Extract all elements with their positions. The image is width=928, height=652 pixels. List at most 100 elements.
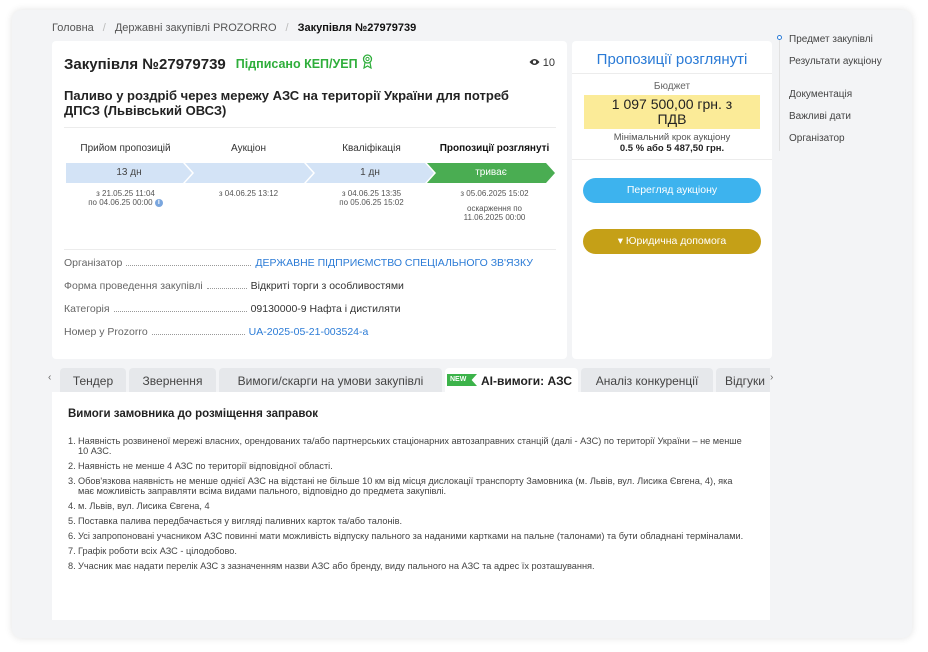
- stage-date-start: з 21.05.25 11:04: [96, 189, 155, 198]
- stage-qualification: Кваліфікація: [310, 142, 433, 156]
- tab-reviews[interactable]: Відгуки: [716, 368, 770, 392]
- breadcrumb-home[interactable]: Головна: [52, 22, 94, 34]
- stage-arrow-active: триває: [427, 163, 555, 183]
- tabs-prev-icon[interactable]: ‹: [48, 372, 51, 383]
- breadcrumb-section[interactable]: Державні закупівлі PROZORRO: [115, 22, 277, 34]
- stage-label: Прийом пропозицій: [80, 143, 171, 154]
- stage-dates: з 21.05.25 11:04 по 04.06.25 00:00 i: [64, 189, 187, 207]
- item-text: м. Львів, вул. Лисика Євгена, 4: [78, 501, 210, 511]
- budget-label: Бюджет: [653, 81, 691, 92]
- item-text: Усі запропоновані учасником АЗС повинні …: [78, 531, 744, 541]
- item-number: 8.: [68, 561, 76, 571]
- item-text: Наявність розвиненої мережі власних, оре…: [78, 436, 742, 456]
- stage-arrow: 13 дн: [66, 163, 192, 183]
- status-title: Пропозиції розглянуті: [596, 51, 748, 68]
- item-number: 1.: [68, 436, 76, 446]
- divider: [64, 127, 556, 128]
- nav-item-subject[interactable]: Предмет закупівлі: [789, 34, 899, 46]
- nav-item-organizer[interactable]: Організатор: [789, 133, 899, 145]
- list-item: 2. Наявність не менше 4 АЗС по території …: [68, 461, 748, 471]
- nav-item-dates[interactable]: Важливі дати: [789, 111, 899, 123]
- stage-label: Аукціон: [231, 143, 266, 154]
- prop-value: 09130000-9 Нафта і дистиляти: [250, 303, 401, 315]
- views-counter: 10: [529, 57, 555, 69]
- stage-date-end: по 04.06.25 00:00: [88, 198, 153, 207]
- tab-appeals[interactable]: Звернення: [129, 368, 216, 392]
- item-number: 5.: [68, 516, 76, 526]
- nav-item-auction-results[interactable]: Результати аукціону: [789, 56, 899, 68]
- tab-tender[interactable]: Тендер: [60, 368, 126, 392]
- divider: [572, 159, 772, 160]
- tab-bar: Тендер Звернення Вимоги/скарги на умови …: [52, 368, 770, 392]
- budget-vat: ПДВ: [657, 111, 687, 127]
- signed-status: Підписано КЕП/УЕП: [235, 57, 358, 71]
- appeal-label: оскарження по: [467, 204, 522, 213]
- stage-dates: з 05.06.2025 15:02 оскарження по 11.06.2…: [433, 189, 556, 222]
- breadcrumb-separator: /: [285, 22, 289, 34]
- prop-leader: [113, 311, 247, 312]
- stage-date-end-row: по 04.06.25 00:00 i: [64, 198, 187, 207]
- prop-value: Відкриті торги з особливостями: [250, 280, 404, 292]
- breadcrumb-current: Закупівля №27979739: [297, 22, 417, 34]
- item-number: 7.: [68, 546, 76, 556]
- stage-arrow: [185, 163, 313, 183]
- stage-date-start: з 05.06.2025 15:02: [460, 189, 529, 198]
- prop-leader: [206, 288, 247, 289]
- min-step-label: Мінімальний крок аукціону: [613, 132, 731, 143]
- view-auction-button[interactable]: Перегляд аукціону: [583, 178, 761, 203]
- list-item: 4. м. Львів, вул. Лисика Євгена, 4: [68, 501, 748, 511]
- tender-subject: Паливо у роздріб через мережу АЗС на тер…: [64, 88, 509, 118]
- prozorro-link[interactable]: UA-2025-05-21-003524-a: [249, 326, 369, 338]
- stage-reviewed: Пропозиції розглянуті: [433, 142, 556, 156]
- item-number: 4.: [68, 501, 76, 511]
- nav-track: [779, 36, 780, 151]
- eye-icon: [529, 57, 543, 69]
- item-text: Учасник має надати перелік АЗС з зазначе…: [78, 561, 595, 571]
- legal-help-button[interactable]: ▾ Юридична допомога: [583, 229, 761, 254]
- item-number: 2.: [68, 461, 76, 471]
- divider: [64, 249, 556, 250]
- prop-key: Категорія: [64, 303, 110, 315]
- stage-dates: з 04.06.25 13:12: [187, 189, 310, 198]
- tender-card: Закупівля №27979739 Підписано КЕП/УЕП 10…: [52, 41, 567, 359]
- item-text: Наявність не менше 4 АЗС по території ві…: [78, 461, 333, 471]
- prop-prozorro-number: Номер у Prozorro UA-2025-05-21-003524-a: [64, 326, 368, 338]
- prop-procurement-form: Форма проведення закупівлі Відкриті торг…: [64, 280, 404, 292]
- stage-date-start: з 04.06.25 13:12: [218, 189, 279, 198]
- nav-active-dot: [777, 35, 782, 40]
- tab-competition-analysis[interactable]: Аналіз конкуренції: [581, 368, 713, 392]
- prop-leader: [126, 265, 252, 266]
- tab-ai-requirements[interactable]: NEW AI-вимоги: АЗС: [445, 368, 578, 392]
- info-icon[interactable]: i: [154, 198, 163, 207]
- list-item: 7. Графік роботи всіх АЗС - цілодобово.: [68, 546, 748, 556]
- requirements-title: Вимоги замовника до розміщення заправок: [68, 408, 319, 420]
- organizer-link[interactable]: ДЕРЖАВНЕ ПІДПРИЄМСТВО СПЕЦІАЛЬНОГО ЗВ'ЯЗ…: [255, 257, 533, 269]
- stage-label: Пропозиції розглянуті: [439, 143, 550, 154]
- medal-icon: [362, 54, 373, 74]
- prop-leader: [151, 334, 245, 335]
- item-number: 3.: [68, 476, 76, 486]
- list-item: 8. Учасник має надати перелік АЗС з зазна…: [68, 561, 748, 571]
- item-number: 6.: [68, 531, 76, 541]
- tabs-next-icon[interactable]: ›: [770, 372, 773, 383]
- appeal-date: 11.06.2025 00:00: [463, 213, 526, 222]
- min-step-value: 0.5 % або 5 487,50 грн.: [619, 143, 725, 154]
- list-item: 3. Обов'язкова наявність не менше однієї …: [68, 476, 748, 496]
- breadcrumb-separator: /: [102, 22, 106, 34]
- item-text: Поставка палива передбачається у вигляді…: [78, 516, 402, 526]
- list-item: 1. Наявність розвиненої мережі власних, о…: [68, 436, 748, 456]
- breadcrumb: Головна / Державні закупівлі PROZORRO / …: [52, 22, 416, 34]
- nav-item-documents[interactable]: Документація: [789, 89, 899, 101]
- stage-date-end: по 05.06.25 15:02: [339, 198, 404, 207]
- stages-timeline: Прийом пропозицій Аукціон Кваліфікація П…: [64, 142, 556, 242]
- stage-auction: Аукціон: [187, 142, 310, 156]
- stage-proposals: Прийом пропозицій: [64, 142, 187, 156]
- prop-category: Категорія 09130000-9 Нафта і дистиляти: [64, 303, 400, 315]
- status-card: Пропозиції розглянуті Бюджет 1 097 500,0…: [572, 41, 772, 359]
- tab-label: AI-вимоги: АЗС: [481, 374, 573, 388]
- stage-arrow: 1 дн: [306, 163, 434, 183]
- stage-date-start: з 04.06.25 13:35: [341, 189, 402, 198]
- tender-title: Закупівля №27979739: [64, 55, 226, 73]
- tab-content: Вимоги замовника до розміщення заправок …: [52, 392, 770, 620]
- tab-complaints[interactable]: Вимоги/скарги на умови закупівлі: [219, 368, 442, 392]
